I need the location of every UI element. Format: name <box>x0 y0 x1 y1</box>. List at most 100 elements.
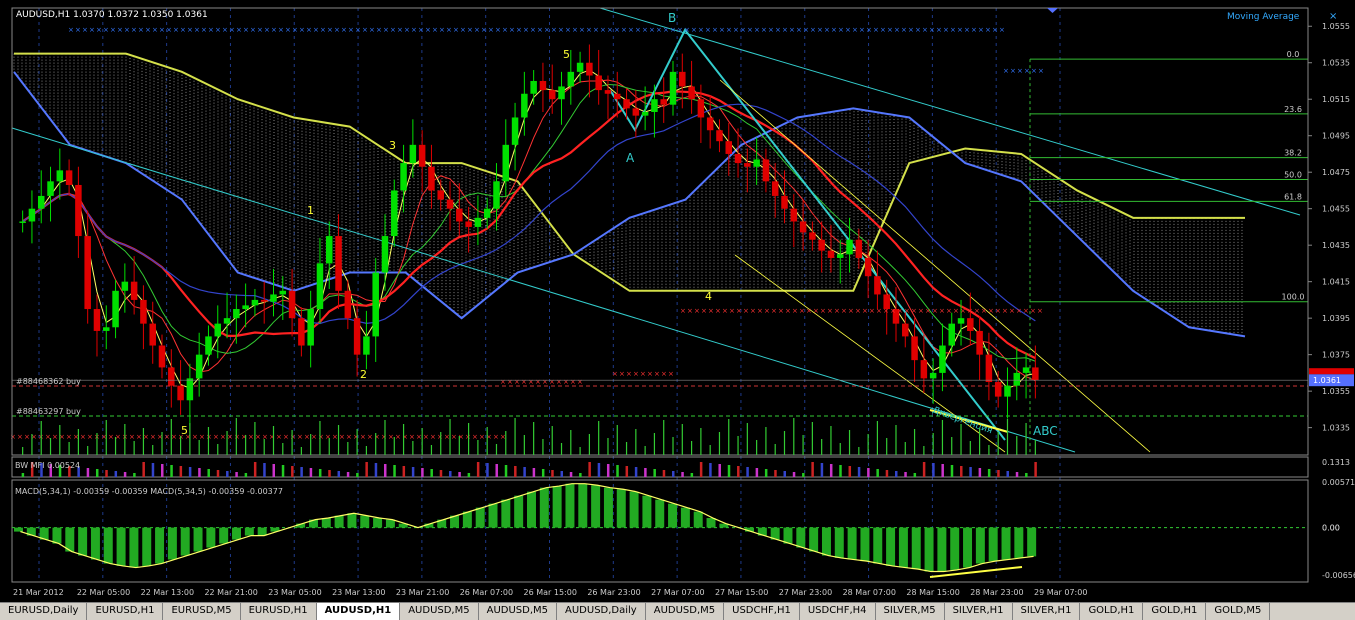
x-marker: × <box>964 26 970 34</box>
x-marker: × <box>159 26 165 34</box>
mfi-bar <box>467 473 471 477</box>
chart-tab[interactable]: SILVER,H1 <box>1013 603 1081 620</box>
x-marker: × <box>908 26 914 34</box>
order-label-2: #88463297 buy <box>16 407 81 416</box>
x-marker: × <box>869 307 875 315</box>
macd-histogram-bar <box>14 527 23 532</box>
x-marker: × <box>999 26 1005 34</box>
candle-body <box>641 111 649 116</box>
x-marker: × <box>537 26 543 34</box>
mfi-bar <box>588 462 591 477</box>
mfi-bar <box>458 472 461 477</box>
chart-tab[interactable]: GOLD,H1 <box>1143 603 1207 620</box>
x-marker: × <box>453 26 459 34</box>
macd-histogram-bar <box>257 527 267 536</box>
x-marker: × <box>493 433 499 441</box>
candle-body <box>335 236 342 291</box>
candle-body <box>920 360 928 379</box>
x-marker: × <box>311 433 317 441</box>
chart-tab[interactable]: AUDUSD,M5 <box>479 603 558 620</box>
mfi-bar <box>393 465 396 477</box>
chart-tab[interactable]: EURUSD,M5 <box>163 603 241 620</box>
chart-tab[interactable]: USDCHF,H1 <box>724 603 800 620</box>
candle-body <box>251 299 259 306</box>
mfi-bar <box>904 472 907 477</box>
chart-tab[interactable]: USDCHF,H4 <box>800 603 876 620</box>
x-marker: × <box>789 26 795 34</box>
chart-area[interactable]: 0.023.638.250.061.8100.0 × × × × × × × × × × × × × × ×… <box>0 0 1355 602</box>
chart-tab[interactable]: EURUSD,H1 <box>241 603 317 620</box>
candle-body <box>753 159 760 167</box>
candle-body <box>75 184 82 237</box>
x-marker: × <box>124 26 130 34</box>
chart-tab[interactable]: EURUSD,Daily <box>0 603 88 620</box>
x-marker: × <box>17 433 23 441</box>
x-tick-label: 28 Mar 15:00 <box>906 588 959 597</box>
macd-histogram-bar <box>1027 527 1037 557</box>
candle-body <box>158 345 166 368</box>
x-marker: × <box>824 26 830 34</box>
x-marker: × <box>831 26 837 34</box>
mfi-bar <box>402 466 406 477</box>
chart-tab[interactable]: AUDUSD,Daily <box>557 603 646 620</box>
chart-tab[interactable]: EURUSD,H1 <box>87 603 164 620</box>
fib-level-label: 0.0 <box>1287 50 1300 59</box>
x-marker: × <box>719 26 725 34</box>
mfi-bar <box>300 467 303 477</box>
macd-histogram-bar <box>680 507 690 528</box>
x-marker: × <box>771 307 777 315</box>
mfi-bar <box>430 469 433 477</box>
x-marker: × <box>355 26 361 34</box>
candle-body <box>112 290 119 328</box>
chart-tab[interactable]: AUDUSD,H1 <box>316 603 401 620</box>
macd-histogram-bar <box>539 487 549 528</box>
x-marker: × <box>472 433 478 441</box>
y-tick-label: 1.0335 <box>1322 424 1350 433</box>
x-marker: × <box>500 378 506 386</box>
x-marker: × <box>967 307 973 315</box>
x-marker: × <box>299 26 305 34</box>
chart-tab[interactable]: SILVER,M5 <box>876 603 945 620</box>
x-marker: × <box>607 26 613 34</box>
macd-histogram-bar <box>193 527 203 552</box>
chart-tab[interactable]: AUDUSD,M5 <box>400 603 479 620</box>
macd-histogram-bar <box>911 527 921 570</box>
x-tick-label: 22 Mar 13:00 <box>141 588 194 597</box>
candle-body <box>298 318 305 346</box>
x-marker: × <box>897 307 903 315</box>
candle-body <box>697 99 705 118</box>
mfi-bar <box>764 469 768 477</box>
chart-tab[interactable]: SILVER,H1 <box>945 603 1013 620</box>
macd-histogram-bar <box>52 527 62 544</box>
mfi-bar <box>987 469 991 477</box>
candle-body <box>28 208 36 222</box>
x-marker: × <box>257 26 263 34</box>
macd-histogram-bar <box>821 527 831 556</box>
chart-tab[interactable]: GOLD,M5 <box>1206 603 1271 620</box>
x-marker: × <box>243 26 249 34</box>
candle-body <box>270 294 277 302</box>
x-marker: × <box>425 26 431 34</box>
x-marker: × <box>213 433 219 441</box>
x-marker: × <box>341 26 347 34</box>
x-marker: × <box>817 26 823 34</box>
x-marker: × <box>89 26 95 34</box>
wave-annotation: 1 <box>307 204 314 217</box>
macd-histogram-bar <box>244 527 254 536</box>
x-marker: × <box>24 433 30 441</box>
x-marker: × <box>500 433 506 441</box>
close-icon[interactable]: × <box>1329 11 1337 22</box>
candle-body <box>307 309 314 346</box>
x-marker: × <box>304 433 310 441</box>
mfi-bar <box>681 472 684 477</box>
candle-body <box>465 221 472 227</box>
macd-histogram-bar <box>655 499 665 528</box>
x-marker: × <box>939 307 945 315</box>
chart-tab[interactable]: GOLD,H1 <box>1080 603 1144 620</box>
candle-body <box>864 257 872 277</box>
x-marker: × <box>866 26 872 34</box>
mfi-bar <box>1006 471 1009 477</box>
x-marker: × <box>792 307 798 315</box>
chart-tab[interactable]: AUDUSD,M5 <box>646 603 725 620</box>
x-marker: × <box>339 433 345 441</box>
